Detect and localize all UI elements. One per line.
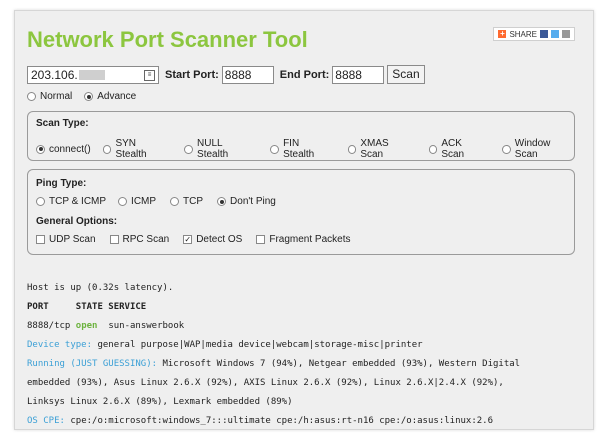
option-label: UDP Scan	[49, 234, 96, 245]
radio-icon	[502, 144, 511, 154]
general-options-header: General Options:	[36, 216, 118, 227]
radio-icon	[184, 144, 194, 154]
device-type-value: general purpose|WAP|media device|webcam|…	[97, 340, 423, 350]
ip-field-icon[interactable]: ≡	[144, 69, 155, 81]
radio-icon	[170, 197, 180, 206]
main-panel: Network Port Scanner Tool + SHARE 203.10…	[14, 10, 594, 430]
radio-icon	[118, 197, 128, 206]
running-label: Running (JUST GUESSING):	[27, 359, 158, 369]
option-label: Don't Ping	[230, 196, 276, 207]
mode-normal-label: Normal	[40, 91, 73, 102]
scan-output: Host is up (0.32s latency). PORT STATE S…	[27, 279, 521, 429]
ping-tcp-icmp-radio[interactable]: TCP & ICMP	[36, 196, 106, 207]
option-label: Fragment Packets	[269, 234, 351, 245]
radio-icon	[270, 144, 280, 154]
radio-icon	[36, 197, 45, 206]
scan-ack-radio[interactable]: ACK Scan	[428, 138, 486, 160]
option-label: Detect OS	[196, 234, 243, 245]
state-value: open	[75, 321, 98, 331]
option-label: connect()	[49, 143, 91, 155]
share-label: SHARE	[509, 29, 537, 39]
host-status: Host is up (0.32s latency).	[27, 283, 174, 293]
fragment-packets-checkbox[interactable]: Fragment Packets	[256, 234, 351, 245]
udp-scan-checkbox[interactable]: UDP Scan	[36, 234, 96, 245]
radio-icon	[428, 144, 438, 154]
option-label: ACK Scan	[441, 138, 465, 160]
scan-fin-radio[interactable]: FIN Stealth	[270, 138, 331, 160]
ping-icmp-radio[interactable]: ICMP	[118, 196, 156, 207]
option-label: FIN Stealth	[283, 138, 315, 160]
facebook-icon[interactable]	[540, 30, 548, 38]
running-value-cont: Linksys Linux 2.6.X (89%), Lexmark embed…	[27, 397, 293, 407]
mode-normal-radio[interactable]: Normal	[27, 91, 72, 102]
os-cpe-value: cpe:/o:microsoft:windows_7:::ultimate cp…	[70, 416, 493, 426]
start-port-input[interactable]: 8888	[221, 65, 274, 84]
scan-button[interactable]: Scan	[387, 65, 425, 84]
option-label: TCP	[183, 196, 204, 207]
ping-dont-ping-radio[interactable]: Don't Ping	[217, 196, 276, 207]
option-label: TCP & ICMP	[49, 196, 107, 207]
option-label: ICMP	[131, 196, 157, 207]
mode-advance-label: Advance	[97, 91, 137, 102]
scan-window-radio[interactable]: Window Scan	[502, 138, 574, 160]
radio-icon	[27, 92, 36, 101]
end-port-label: End Port:	[279, 68, 330, 81]
redacted-block	[78, 70, 105, 81]
detect-os-checkbox[interactable]: ✓ Detect OS	[183, 234, 242, 245]
ping-type-options: TCP & ICMP ICMP TCP Don't Ping	[36, 196, 276, 207]
email-icon[interactable]	[562, 30, 570, 38]
scan-xmas-radio[interactable]: XMAS Scan	[347, 138, 413, 160]
col-port-header: PORT	[27, 302, 49, 312]
option-label: Window Scan	[514, 138, 551, 160]
radio-selected-icon	[217, 197, 227, 206]
scan-type-header: Scan Type:	[36, 118, 89, 129]
general-options: UDP Scan RPC Scan ✓ Detect OS Fragment Pa…	[36, 234, 351, 245]
share-widget[interactable]: + SHARE	[493, 27, 575, 41]
scan-syn-radio[interactable]: SYN Stealth	[102, 138, 169, 160]
end-port-input[interactable]: 8888	[332, 65, 385, 84]
checkbox-icon	[36, 235, 45, 244]
ip-address-input[interactable]: 203.106. ≡	[27, 65, 159, 84]
scan-null-radio[interactable]: NULL Stealth	[184, 138, 254, 160]
os-cpe-label: OS CPE:	[27, 416, 65, 426]
target-row: 203.106. ≡ Start Port: 8888 End Port: 88…	[27, 65, 425, 84]
radio-icon	[347, 144, 357, 154]
option-label: XMAS Scan	[360, 138, 389, 160]
running-value-cont: embedded (93%), Asus Linux 2.6.X (92%), …	[27, 378, 504, 388]
checkbox-checked-icon: ✓	[183, 235, 193, 244]
port-value: 8888/tcp	[27, 321, 71, 331]
mode-selector: Normal Advance	[27, 91, 136, 102]
col-state-service-header: STATE SERVICE	[75, 302, 147, 312]
scan-type-group: Scan Type: connect() SYN Stealth NULL St…	[27, 111, 575, 161]
running-value: Microsoft Windows 7 (94%), Netgear embed…	[162, 359, 521, 369]
ping-type-header: Ping Type:	[36, 178, 87, 189]
radio-selected-icon	[36, 144, 45, 154]
twitter-icon[interactable]	[551, 30, 559, 38]
option-label: SYN Stealth	[115, 138, 147, 160]
ping-options-group: Ping Type: TCP & ICMP ICMP TCP Don't Pin…	[27, 169, 575, 255]
device-type-label: Device type:	[27, 340, 93, 350]
start-port-label: Start Port:	[165, 68, 219, 81]
service-value: sun-answerbook	[108, 321, 185, 331]
radio-icon	[102, 144, 112, 154]
page-title: Network Port Scanner Tool	[27, 27, 308, 52]
plus-icon: +	[498, 29, 507, 38]
rpc-scan-checkbox[interactable]: RPC Scan	[109, 234, 170, 245]
option-label: NULL Stealth	[197, 138, 229, 160]
scan-connect-radio[interactable]: connect()	[36, 138, 91, 160]
option-label: RPC Scan	[122, 234, 170, 245]
scan-type-options: connect() SYN Stealth NULL Stealth FIN S…	[36, 138, 574, 160]
mode-advance-radio[interactable]: Advance	[84, 91, 136, 102]
checkbox-icon	[256, 235, 266, 244]
checkbox-icon	[109, 235, 119, 244]
ping-tcp-radio[interactable]: TCP	[170, 196, 203, 207]
ip-value: 203.106.	[31, 67, 78, 82]
radio-selected-icon	[84, 92, 94, 101]
